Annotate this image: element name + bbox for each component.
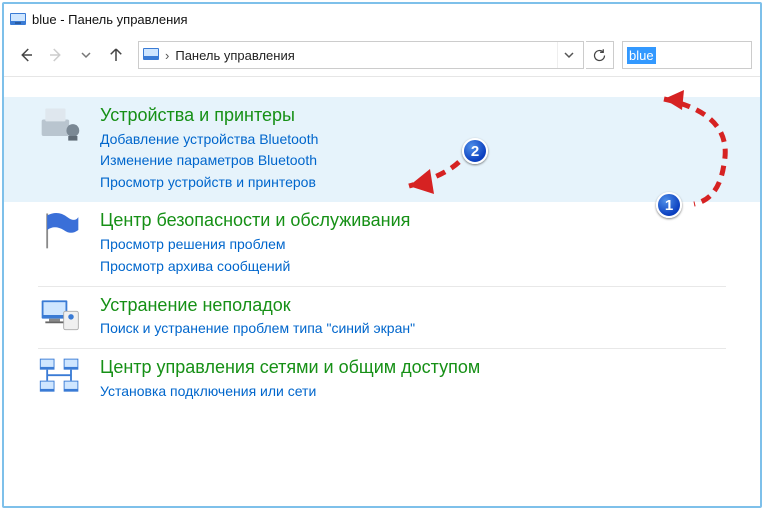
search-value: blue [627, 47, 656, 64]
result-security[interactable]: Центр безопасности и обслуживания Просмо… [4, 202, 760, 285]
address-bar[interactable]: › Панель управления [138, 41, 584, 69]
forward-button[interactable] [42, 41, 70, 69]
window-title: blue - Панель управления [32, 12, 188, 27]
result-link[interactable]: Добавление устройства Bluetooth [100, 130, 318, 149]
annotation-badge-1: 1 [656, 192, 682, 218]
annotation-badge-2: 2 [462, 138, 488, 164]
result-network[interactable]: Центр управления сетями и общим доступом… [4, 349, 760, 410]
breadcrumb[interactable]: Панель управления [175, 48, 294, 63]
result-link[interactable]: Просмотр архива сообщений [100, 257, 410, 276]
result-link[interactable]: Установка подключения или сети [100, 382, 480, 401]
control-panel-small-icon [143, 46, 159, 65]
result-heading[interactable]: Устройства и принтеры [100, 105, 318, 127]
network-icon [38, 355, 82, 399]
back-button[interactable] [12, 41, 40, 69]
flag-icon [38, 208, 82, 252]
divider [4, 76, 760, 77]
devices-printers-icon [38, 103, 82, 147]
result-troubleshoot[interactable]: Устранение неполадок Поиск и устранение … [4, 287, 760, 348]
titlebar: blue - Панель управления [4, 4, 760, 34]
result-heading[interactable]: Центр управления сетями и общим доступом [100, 357, 480, 379]
address-dropdown[interactable] [557, 42, 579, 68]
troubleshoot-icon [38, 293, 82, 337]
results-list: Устройства и принтеры Добавление устройс… [4, 79, 760, 506]
result-devices-printers[interactable]: Устройства и принтеры Добавление устройс… [4, 97, 760, 202]
result-link[interactable]: Поиск и устранение проблем типа "синий э… [100, 319, 415, 338]
result-link[interactable]: Просмотр устройств и принтеров [100, 173, 318, 192]
result-heading[interactable]: Устранение неполадок [100, 295, 415, 317]
result-link[interactable]: Изменение параметров Bluetooth [100, 151, 318, 170]
navbar: › Панель управления blue [4, 34, 760, 76]
breadcrumb-chevron-icon[interactable]: › [163, 48, 171, 63]
refresh-button[interactable] [586, 41, 614, 69]
result-heading[interactable]: Центр безопасности и обслуживания [100, 210, 410, 232]
recent-dropdown[interactable] [72, 41, 100, 69]
control-panel-icon [10, 11, 26, 27]
up-button[interactable] [102, 41, 130, 69]
result-link[interactable]: Просмотр решения проблем [100, 235, 410, 254]
control-panel-window: blue - Панель управления › Панель управл… [2, 2, 762, 508]
search-input[interactable]: blue [622, 41, 752, 69]
